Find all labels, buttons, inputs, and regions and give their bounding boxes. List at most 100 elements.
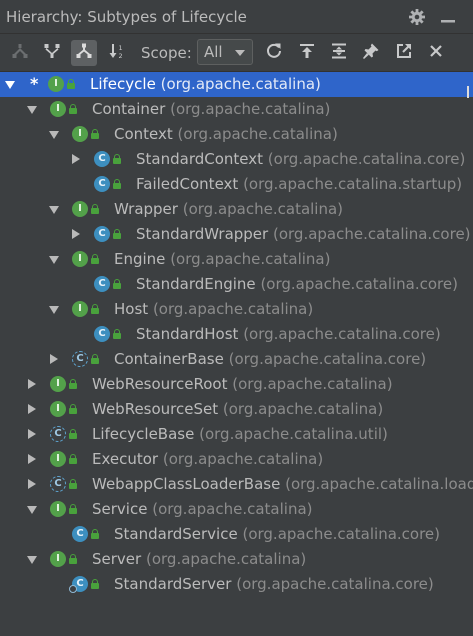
interface-icon: I [72,301,88,317]
class-icon: C [94,276,110,292]
tree-node-containerbase[interactable]: C ContainerBase (org.apache.catalina.core… [0,347,473,372]
chevron-down-icon[interactable] [49,206,59,214]
hierarchy-tree: * I Lifecycle (org.apache.catalina) I Contai… [0,72,473,636]
package-name: (org.apache.catalina) [160,75,321,93]
tree-node-lifecycle[interactable]: * I Lifecycle (org.apache.catalina) [0,72,473,97]
supertypes-icon [11,42,29,64]
tree-node-label: Lifecycle (org.apache.catalina) [90,75,321,93]
tree-node-webresourceset[interactable]: I WebResourceSet (org.apache.catalina) [0,397,473,422]
type-name: StandardService [114,525,238,543]
tree-node-host[interactable]: I Host (org.apache.catalina) [0,297,473,322]
chevron-down-icon[interactable] [49,306,59,314]
type-name: StandardEngine [136,275,256,293]
scope-value: All [204,43,223,61]
toolbar: 1 2 Scope: All [0,34,473,72]
chevron-right-icon[interactable] [28,454,36,464]
type-name: Container [92,100,166,118]
chevron-down-icon[interactable] [49,256,59,264]
type-name: ContainerBase [114,350,224,368]
chevron-right-icon[interactable] [28,429,36,439]
export-button[interactable] [294,40,320,66]
expand-all-button[interactable] [326,40,352,66]
tree-node-label: StandardWrapper (org.apache.catalina.cor… [136,225,471,243]
chevron-down-icon [235,50,245,56]
type-name: Lifecycle [90,75,156,93]
open-in-window-button[interactable] [391,40,417,66]
chevron-right-icon[interactable] [28,379,36,389]
chevron-right-icon[interactable] [72,154,80,164]
package-name: (org.apache.catalina) [182,200,344,218]
minimize-icon[interactable] [437,6,459,28]
tree-node-server[interactable]: I Server (org.apache.catalina) [0,547,473,572]
abstract-class-icon: C [50,426,66,442]
package-name: (org.apache.catalina) [222,400,384,418]
tree-node-webappclassloaderbase[interactable]: C WebappClassLoaderBase (org.apache.catal… [0,472,473,497]
package-name: (org.apache.catalina.core) [260,275,458,293]
type-name: Server [92,550,142,568]
interface-icon: I [72,251,88,267]
tree-node-label: Server (org.apache.catalina) [92,550,306,568]
interface-icon: I [50,401,66,417]
type-name: StandardWrapper [136,225,269,243]
chevron-down-icon[interactable] [5,81,15,89]
tree-node-service[interactable]: I Service (org.apache.catalina) [0,497,473,522]
tree-node-label: StandardHost (org.apache.catalina.core) [136,325,441,343]
tree-node-standardservice[interactable]: C StandardService (org.apache.catalina.co… [0,522,473,547]
public-access-icon [113,154,121,164]
refresh-button[interactable] [261,40,287,66]
focus-marker: * [30,74,39,93]
expand-all-icon [330,42,348,64]
tree-node-executor[interactable]: I Executor (org.apache.catalina) [0,447,473,472]
class-icon: C [72,526,88,542]
close-button[interactable] [423,40,449,66]
tree-node-label: Host (org.apache.catalina) [114,300,313,318]
chevron-right-icon[interactable] [28,404,36,414]
chevron-down-icon[interactable] [27,106,37,114]
package-name: (org.apache.catalina) [162,450,324,468]
tree-node-container[interactable]: I Container (org.apache.catalina) [0,97,473,122]
supertypes-hierarchy-button[interactable] [7,40,33,66]
type-name: WebappClassLoaderBase [92,475,281,493]
scope-label: Scope: [141,44,192,62]
tree-node-label: StandardServer (org.apache.catalina.core… [114,575,434,593]
tree-node-context[interactable]: I Context (org.apache.catalina) [0,122,473,147]
tree-node-standardhost[interactable]: C StandardHost (org.apache.catalina.core) [0,322,473,347]
package-name: (org.apache.catalina.loade [285,475,473,493]
svg-text:2: 2 [119,52,123,60]
tree-node-wrapper[interactable]: I Wrapper (org.apache.catalina) [0,197,473,222]
chevron-down-icon[interactable] [49,131,59,139]
interface-icon: I [50,376,66,392]
type-name: FailedContext [136,175,239,193]
sort-alphabetically-button[interactable]: 1 2 [105,40,131,66]
hierarchy-tool-window: Hierarchy: Subtypes of Lifecycle 1 2 Sco… [0,0,473,636]
scope-select[interactable]: All [197,39,253,65]
pin-icon [362,42,380,64]
tree-node-standardcontext[interactable]: C StandardContext (org.apache.catalina.co… [0,147,473,172]
class-hierarchy-button[interactable] [39,40,65,66]
type-name: WebResourceSet [92,400,219,418]
public-access-icon [91,304,99,314]
tree-node-engine[interactable]: I Engine (org.apache.catalina) [0,247,473,272]
chevron-right-icon[interactable] [50,354,58,364]
class-icon: C [94,326,110,342]
tree-node-label: LifecycleBase (org.apache.catalina.util) [92,425,388,443]
gear-icon[interactable] [406,6,428,28]
tree-node-standardserver[interactable]: C StandardServer (org.apache.catalina.cor… [0,572,473,597]
tree-node-label: WebResourceRoot (org.apache.catalina) [92,375,393,393]
chevron-down-icon[interactable] [27,506,37,514]
tree-node-standardwrapper[interactable]: C StandardWrapper (org.apache.catalina.co… [0,222,473,247]
tree-node-lifecyclebase[interactable]: C LifecycleBase (org.apache.catalina.util… [0,422,473,447]
chevron-right-icon[interactable] [72,229,80,239]
pin-button[interactable] [358,40,384,66]
tree-node-webresourceroot[interactable]: I WebResourceRoot (org.apache.catalina) [0,372,473,397]
tree-node-failedcontext[interactable]: C FailedContext (org.apache.catalina.star… [0,172,473,197]
scrollbar-thumb[interactable] [467,86,469,98]
tree-node-label: FailedContext (org.apache.catalina.start… [136,175,462,193]
package-name: (org.apache.catalina.core) [267,150,466,168]
tree-node-standardengine[interactable]: C StandardEngine (org.apache.catalina.cor… [0,272,473,297]
refresh-icon [265,42,283,64]
chevron-down-icon[interactable] [27,556,37,564]
subtypes-hierarchy-button[interactable] [71,40,97,66]
subtypes-icon [75,42,93,64]
chevron-right-icon[interactable] [28,479,36,489]
